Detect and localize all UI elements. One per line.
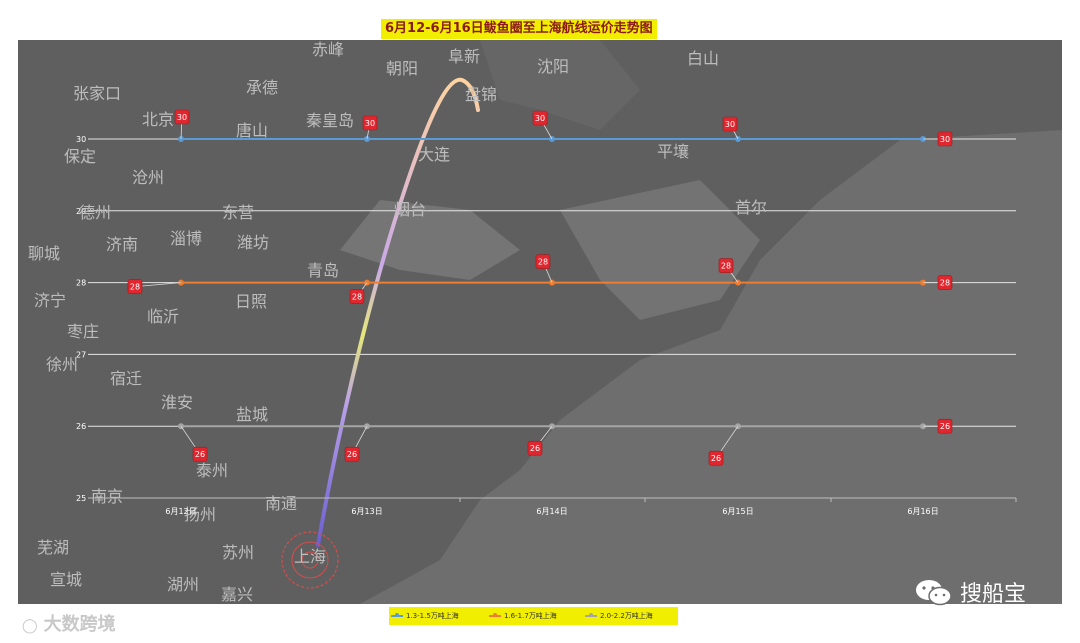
data-label: 30 [177,113,187,122]
city-label: 济南 [106,235,138,254]
city-label: 上海 [294,547,326,566]
data-label: 28 [352,293,362,302]
x-tick-label: 6月15日 [722,507,753,516]
legend-swatch-series1 [391,613,403,617]
city-label: 平壤 [657,142,689,161]
footer-logo-icon: ◯ [22,618,38,634]
legend-label-series2: 1.6-1.7万吨上海 [504,612,557,620]
city-label: 青岛 [307,261,339,280]
city-label: 赤峰 [312,40,344,59]
city-label: 济宁 [34,291,66,310]
legend: 1.3-1.5万吨上海 1.6-1.7万吨上海 2.0-2.2万吨上海 [389,607,678,625]
legend-item-series3: 2.0-2.2万吨上海 [585,610,653,622]
city-label: 沧州 [132,168,164,187]
city-label: 徐州 [46,355,78,374]
city-label: 宿迁 [110,369,142,388]
city-label: 白山 [687,49,719,68]
data-label: 26 [711,454,721,463]
data-label: 28 [538,258,548,267]
data-label: 26 [347,450,357,459]
data-label: 28 [130,283,140,292]
city-label: 秦皇岛 [306,111,354,130]
data-label: 26 [940,422,950,431]
y-tick-label: 25 [76,494,86,503]
data-label: 30 [725,120,735,129]
city-label: 唐山 [236,121,268,140]
chart-title: 6月12-6月16日鲅鱼圈至上海航线运价走势图 [381,19,657,39]
city-label: 淄博 [170,229,202,248]
data-label: 30 [535,114,545,123]
city-label: 烟台 [394,200,426,219]
data-label: 30 [940,135,950,144]
city-label: 阜新 [448,47,480,66]
city-label: 苏州 [222,543,254,562]
data-label: 26 [530,444,540,453]
legend-swatch-series3 [585,613,597,617]
y-tick-label: 26 [76,422,86,431]
x-tick-label: 6月13日 [351,507,382,516]
city-label: 张家口 [73,84,121,103]
city-label: 沈阳 [537,57,569,76]
city-label: 潍坊 [237,233,269,252]
brand-name: 搜船宝 [960,582,1027,607]
x-tick-label: 6月14日 [536,507,567,516]
city-label: 南京 [91,487,123,506]
x-tick-label: 6月12日 [165,507,196,516]
city-label: 芜湖 [37,538,69,557]
x-tick-label: 6月16日 [907,507,938,516]
city-label: 北京 [142,110,174,129]
y-tick-label: 30 [76,135,86,144]
city-label: 聊城 [28,244,60,263]
data-label: 26 [195,450,205,459]
city-label: 嘉兴 [221,585,253,604]
city-label: 大连 [418,145,450,164]
city-label: 泰州 [196,461,228,480]
city-label: 德州 [79,203,111,222]
legend-item-series1: 1.3-1.5万吨上海 [391,610,459,622]
data-label: 28 [721,262,731,271]
city-label: 盘锦 [465,85,497,104]
wechat-icon [916,580,952,606]
legend-label-series1: 1.3-1.5万吨上海 [406,612,459,620]
data-label: 30 [365,119,375,128]
city-label: 临沂 [147,307,179,326]
legend-swatch-series2 [489,613,501,617]
footer-left-text: 大数跨境 [43,614,116,635]
legend-item-series2: 1.6-1.7万吨上海 [489,610,557,622]
city-label: 南通 [265,494,297,513]
footer-watermark: ◯ 大数跨境 [22,610,116,636]
city-label: 枣庄 [67,322,99,341]
data-label: 28 [940,279,950,288]
y-tick-label: 28 [76,279,86,288]
city-label: 朝阳 [386,59,418,78]
city-label: 保定 [64,147,96,166]
city-label: 湖州 [167,575,199,594]
freight-rate-chart: 302928272625 赤峰 阜新朝阳 沈阳 白山张家口 承德 盘锦北京唐山秦皇岛保定大… [18,40,1062,604]
city-label: 首尔 [735,198,767,217]
brand-mark: 搜船宝 [914,576,1026,608]
city-label: 日照 [235,292,267,311]
city-label: 淮安 [161,393,193,412]
legend-label-series3: 2.0-2.2万吨上海 [600,612,653,620]
city-label: 盐城 [236,405,268,424]
city-label: 东营 [222,203,254,222]
city-label: 承德 [246,78,278,97]
city-label: 宣城 [50,570,82,589]
